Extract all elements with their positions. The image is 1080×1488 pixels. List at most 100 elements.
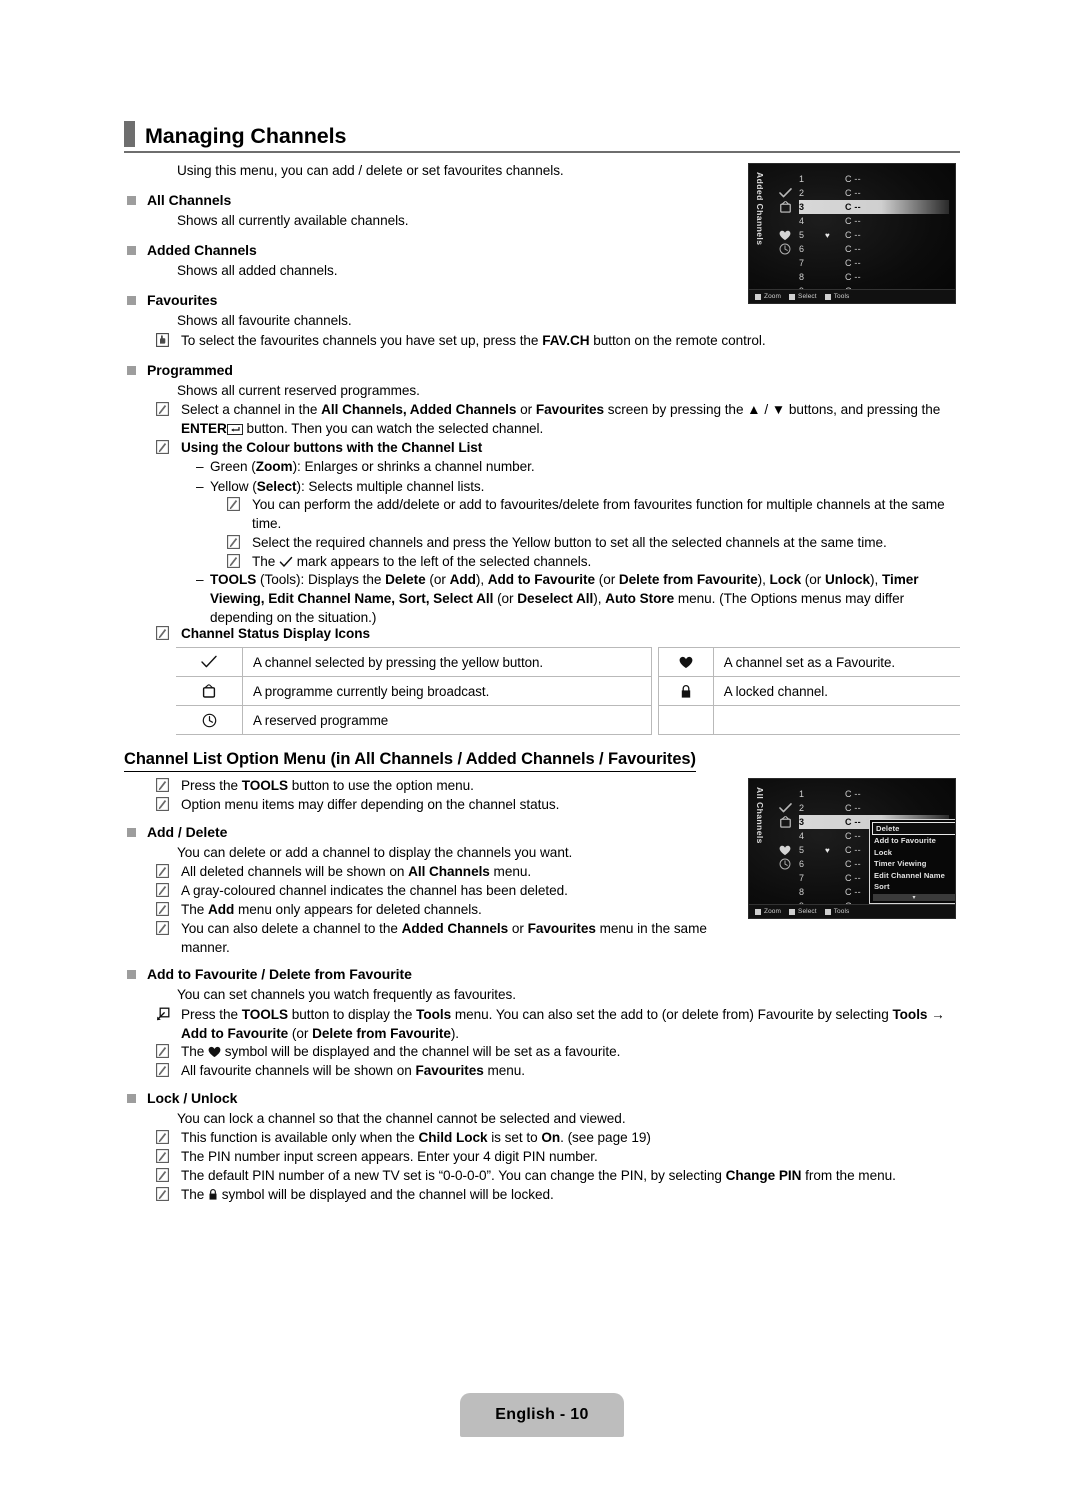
tv-channel-row[interactable]: 1 C -- <box>799 787 949 801</box>
tv-channel-code: C -- <box>845 272 861 282</box>
tv-channel-fav-icon: ♥ <box>825 845 830 855</box>
tv-side-label-added-channels: Added Channels <box>755 172 765 246</box>
tv-key-zoom[interactable]: Zoom <box>755 908 781 915</box>
tv-option-add-to-favourite[interactable]: Add to Favourite <box>870 835 955 847</box>
tv-channel-row[interactable]: 5 ♥ C -- <box>799 228 949 242</box>
tv-channel-row-selected[interactable]: 3 C -- <box>799 200 949 214</box>
tv-status-icon-column <box>771 172 799 256</box>
status-icon-cell-check <box>176 647 243 677</box>
tv-key-tools-label: Tools <box>833 293 850 300</box>
tv-key-select[interactable]: Select <box>789 908 817 915</box>
note-child-lock-text: This function is available only when the… <box>181 1130 651 1145</box>
tv-option-sort[interactable]: Sort <box>870 881 955 893</box>
tv-channel-number: 5 <box>799 230 805 240</box>
tv-channel-row[interactable]: 7 C -- <box>799 256 949 270</box>
green-key-icon <box>755 908 761 915</box>
tv-channel-row[interactable]: 6 C -- <box>799 242 949 256</box>
status-desc-empty <box>713 705 960 735</box>
dash-tools: – TOOLS (Tools): Displays the Delete (or… <box>196 570 956 627</box>
note-status-icons-heading-text: Channel Status Display Icons <box>181 626 370 641</box>
note-press-tools: Press the TOOLS button to use the option… <box>156 776 716 795</box>
table-column-separator <box>650 676 659 706</box>
dash-tools-text: TOOLS (Tools): Displays the Delete (or A… <box>210 572 919 625</box>
table-row: A programme currently being broadcast. A… <box>176 676 960 706</box>
tv-icon-slot <box>771 214 799 228</box>
tv-channel-row[interactable]: 2 C -- <box>799 186 949 200</box>
pencil-note-icon <box>156 402 171 416</box>
tv-bottom-key-bar: Zoom Select Tools <box>749 289 955 303</box>
heading-lock-unlock-label: Lock / Unlock <box>147 1090 238 1106</box>
body-all-channels: Shows all currently available channels. <box>177 213 409 228</box>
tv-option-lock[interactable]: Lock <box>870 847 955 859</box>
note-colour-buttons-heading: Using the Colour buttons with the Channe… <box>156 438 956 457</box>
heading-add-to-favourite-label: Add to Favourite / Delete from Favourite <box>147 966 412 982</box>
tools-key-icon <box>824 293 831 300</box>
tv-key-zoom[interactable]: Zoom <box>755 293 781 300</box>
tv-channel-number: 3 <box>799 817 805 827</box>
table-column-separator <box>650 705 659 735</box>
tools-icon <box>156 1007 171 1021</box>
tv-channel-number: 3 <box>799 202 805 212</box>
tv-channel-code: C -- <box>845 258 861 268</box>
tv-option-scroll-down-icon[interactable]: ▾ <box>873 893 955 901</box>
status-desc-lock: A locked channel. <box>713 676 960 706</box>
tv-screen-inner: Added Channels 1 C -- 2 C -- 3 C -- 4 C … <box>749 164 955 303</box>
dash-marker: – <box>196 479 204 494</box>
note-multi-channel-function: You can perform the add/delete or add to… <box>227 495 957 533</box>
tv-channel-number: 4 <box>799 831 805 841</box>
heading-programmed: Programmed <box>127 361 233 380</box>
status-icon-cell-heart <box>658 647 714 677</box>
note-pin-input: The PIN number input screen appears. Ent… <box>156 1147 956 1166</box>
note-favch: To select the favourites channels you ha… <box>156 331 956 350</box>
note-favch-text: To select the favourites channels you ha… <box>181 333 766 348</box>
pencil-note-icon <box>156 1187 171 1201</box>
body-add-to-favourite: You can set channels you watch frequentl… <box>177 987 517 1002</box>
note-pin-input-text: The PIN number input screen appears. Ent… <box>181 1149 598 1164</box>
pencil-note-icon <box>227 535 242 549</box>
tv-channel-code: C -- <box>845 216 861 226</box>
tv-channel-row[interactable]: 1 C -- <box>799 172 949 186</box>
bullet-square-icon <box>127 970 136 979</box>
check-icon <box>176 655 242 669</box>
tv-option-edit-channel-name[interactable]: Edit Channel Name <box>870 870 955 882</box>
tv-channel-code: C -- <box>845 789 861 799</box>
dash-marker: – <box>196 572 204 587</box>
note-add-menu-deleted-text: The Add menu only appears for deleted ch… <box>181 902 482 917</box>
table-row: A channel selected by pressing the yello… <box>176 647 960 677</box>
tv-icon-slot <box>771 829 799 843</box>
status-desc-broadcast: A programme currently being broadcast. <box>242 676 652 706</box>
tv-icon-slot-check <box>771 186 799 200</box>
tv-key-tools[interactable]: Tools <box>824 908 850 915</box>
tv-channel-row[interactable]: 2 C -- <box>799 801 949 815</box>
heading-added-channels-label: Added Channels <box>147 242 257 258</box>
hand-note-icon <box>156 333 171 347</box>
pencil-note-icon <box>156 921 171 935</box>
note-select-channel: Select a channel in the All Channels, Ad… <box>156 400 956 440</box>
note-favourite-channels-shown-text: All favourite channels will be shown on … <box>181 1063 526 1078</box>
tv-channel-number: 8 <box>799 272 805 282</box>
note-default-pin: The default PIN number of a new TV set i… <box>156 1166 956 1185</box>
status-icon-cell-empty <box>658 705 714 735</box>
tv-option-delete[interactable]: Delete <box>872 822 955 835</box>
note-multi-channel-function-text: You can perform the add/delete or add to… <box>252 497 945 531</box>
tv-option-timer-viewing[interactable]: Timer Viewing <box>870 858 955 870</box>
tv-icon-slot-heart <box>771 843 799 857</box>
tv-key-zoom-label: Zoom <box>764 908 782 915</box>
tv-channel-row[interactable]: 8 C -- <box>799 270 949 284</box>
note-gray-coloured-channel: A gray-coloured channel indicates the ch… <box>156 881 716 900</box>
pencil-note-icon <box>156 1168 171 1182</box>
pencil-note-icon <box>156 1149 171 1163</box>
pencil-note-icon <box>156 864 171 878</box>
body-programmed: Shows all current reserved programmes. <box>177 383 420 398</box>
tv-key-tools[interactable]: Tools <box>824 293 850 300</box>
bullet-square-icon <box>127 828 136 837</box>
intro-text: Using this menu, you can add / delete or… <box>177 163 564 178</box>
tv-icon-slot-heart <box>771 228 799 242</box>
tv-key-select[interactable]: Select <box>789 293 817 300</box>
tv-channel-row[interactable]: 4 C -- <box>799 214 949 228</box>
tv-option-menu: Delete Add to Favourite Lock Timer Viewi… <box>869 819 955 904</box>
title-accent-bar <box>124 121 135 147</box>
status-icon-cell-clock <box>176 705 243 735</box>
note-delete-added-favourites: You can also delete a channel to the Add… <box>156 919 736 957</box>
tv-icon-slot-clock <box>771 857 799 871</box>
